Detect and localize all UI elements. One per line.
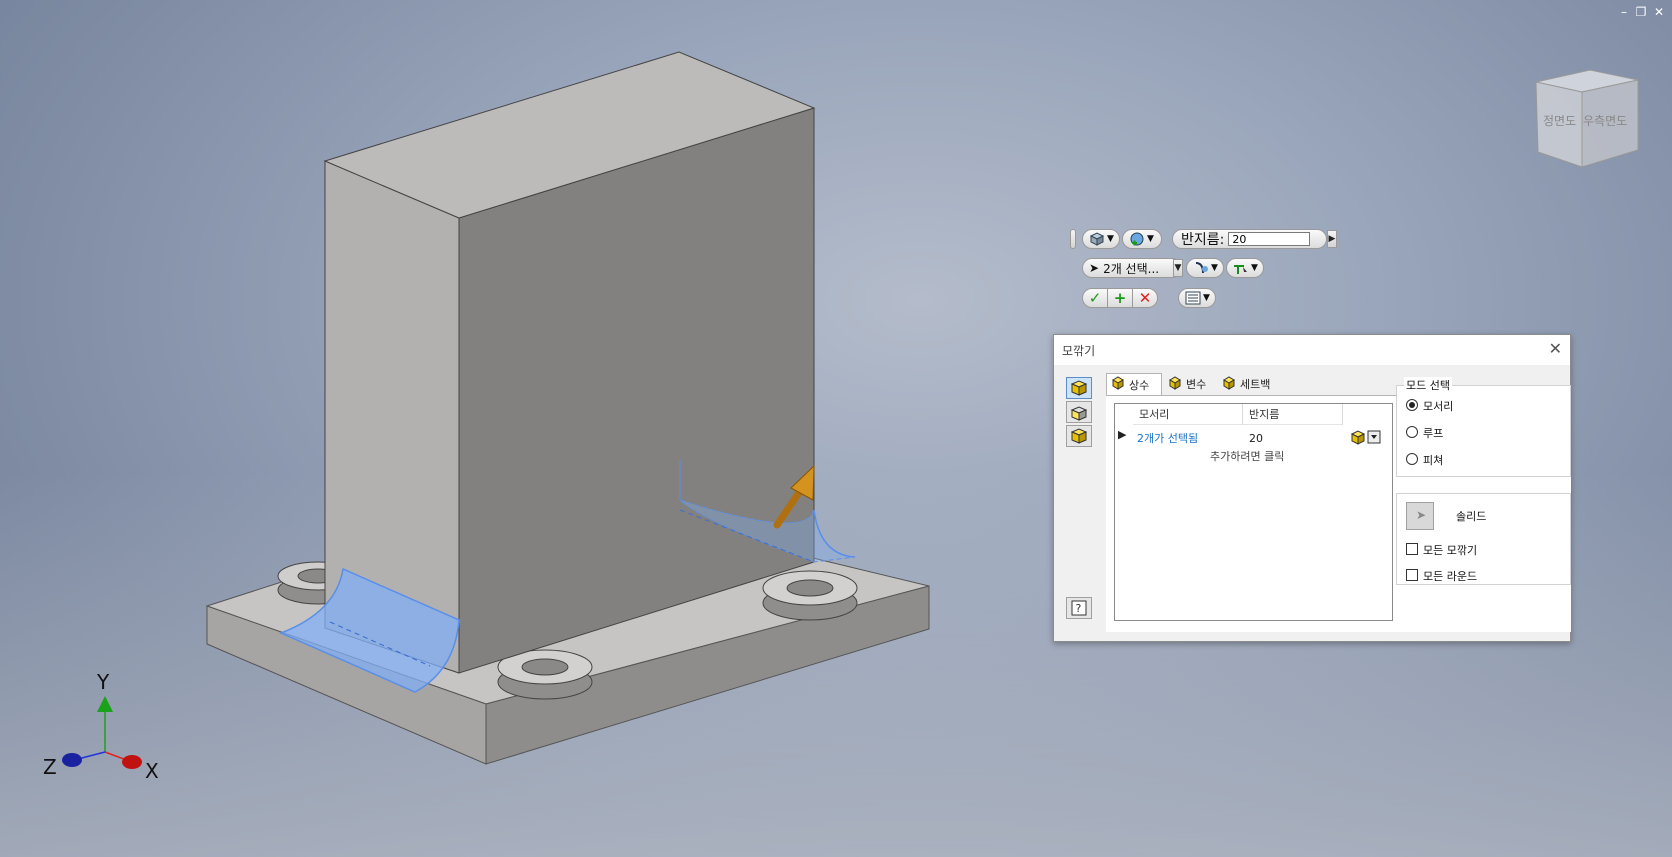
chevron-down-icon[interactable]: ▼ bbox=[1173, 259, 1183, 277]
viewcube-front-label[interactable]: 정면도 bbox=[1543, 112, 1576, 129]
edge-selection-dropdown[interactable]: ➤ 2개 선택... bbox=[1082, 258, 1182, 278]
edge-fillet-button[interactable] bbox=[1066, 377, 1092, 399]
mode-edge-radio[interactable] bbox=[1406, 399, 1418, 411]
tab-label: 상수 bbox=[1129, 378, 1150, 392]
add-fillet-dropdown[interactable]: ▼ bbox=[1122, 229, 1162, 249]
close-icon[interactable]: ✕ bbox=[1549, 339, 1562, 358]
add-edge-prompt[interactable]: 추가하려면 클릭 bbox=[1210, 448, 1284, 464]
viewcube-right-label[interactable]: 우측면도 bbox=[1583, 112, 1627, 129]
radius-label: 반지름: bbox=[1181, 232, 1225, 248]
chevron-down-icon: ▼ bbox=[1203, 293, 1210, 303]
variable-tab-icon bbox=[1168, 375, 1182, 393]
all-fillets-label[interactable]: 모든 모깎기 bbox=[1423, 542, 1477, 558]
tab-constant[interactable]: 상수 bbox=[1106, 373, 1162, 395]
tab-label: 변수 bbox=[1186, 378, 1207, 391]
selection-mode-dropdown[interactable]: ▼ bbox=[1226, 258, 1264, 278]
all-rounds-checkbox[interactable] bbox=[1406, 569, 1418, 581]
mode-group-title: 모드 선택 bbox=[1404, 377, 1452, 393]
fillet-dialog: 모깎기 ✕ ? 상수 변수 세트백 모서리 반지름 ▶ 2개가 선택됨 20 추… bbox=[1053, 334, 1571, 642]
full-round-fillet-button[interactable] bbox=[1066, 425, 1092, 447]
apply-radius-arrow-icon[interactable]: ▶ bbox=[1327, 230, 1337, 248]
options-dropdown[interactable]: ▼ bbox=[1178, 288, 1216, 308]
chevron-down-icon: ▼ bbox=[1107, 234, 1114, 244]
radius-input[interactable] bbox=[1228, 232, 1311, 246]
z-axis-label: Z bbox=[43, 755, 57, 779]
list-options-icon bbox=[1185, 291, 1201, 305]
apply-plus-icon[interactable]: + bbox=[1107, 288, 1133, 308]
row-pointer-icon: ▶ bbox=[1118, 428, 1127, 441]
face-fillet-icon bbox=[1070, 406, 1088, 421]
full-round-fillet-icon bbox=[1070, 428, 1088, 444]
cursor-icon: ➤ bbox=[1089, 261, 1100, 275]
boss-front[interactable] bbox=[497, 649, 593, 700]
svg-text:?: ? bbox=[1076, 602, 1082, 615]
radius-control: 반지름: bbox=[1172, 229, 1327, 249]
col-header-edge[interactable]: 모서리 bbox=[1133, 404, 1243, 425]
cancel-x-icon[interactable]: ✕ bbox=[1132, 288, 1158, 308]
help-button[interactable]: ? bbox=[1066, 597, 1092, 619]
close-icon[interactable]: ✕ bbox=[1652, 5, 1666, 19]
select-mode-icon bbox=[1233, 261, 1249, 275]
y-axis-label: Y bbox=[97, 670, 110, 694]
mode-feature-radio[interactable] bbox=[1406, 453, 1418, 465]
globe-add-icon bbox=[1129, 232, 1145, 246]
tab-variable[interactable]: 변수 bbox=[1164, 373, 1218, 395]
ok-check-icon[interactable]: ✓ bbox=[1082, 288, 1108, 308]
selected-edges-cell[interactable]: 2개가 선택됨 bbox=[1137, 430, 1198, 446]
cube-icon bbox=[1089, 232, 1105, 246]
chevron-down-icon: ▼ bbox=[1147, 234, 1154, 244]
constant-tab-icon bbox=[1111, 376, 1125, 393]
tab-label: 세트백 bbox=[1240, 378, 1271, 391]
x-axis-label: X bbox=[145, 759, 159, 783]
all-fillets-checkbox[interactable] bbox=[1406, 543, 1418, 555]
mode-loop-radio[interactable] bbox=[1406, 426, 1418, 438]
radius-value-cell[interactable]: 20 bbox=[1249, 432, 1263, 445]
dialog-title: 모깎기 bbox=[1062, 344, 1096, 358]
mode-edge-label[interactable]: 모서리 bbox=[1423, 398, 1453, 414]
minitoolbar-grip[interactable] bbox=[1070, 229, 1076, 249]
edge-fillet-icon bbox=[1070, 380, 1088, 396]
setback-tab-icon bbox=[1222, 375, 1236, 393]
axis-triad bbox=[62, 696, 142, 769]
cursor-icon: ➤ bbox=[1416, 508, 1427, 522]
restore-icon[interactable]: ❐ bbox=[1634, 5, 1648, 19]
face-fillet-button[interactable] bbox=[1066, 401, 1092, 423]
minimize-icon[interactable]: – bbox=[1617, 5, 1631, 19]
edge-chain-dropdown[interactable]: ▼ bbox=[1186, 258, 1224, 278]
solid-select-button[interactable]: ➤ bbox=[1406, 502, 1434, 530]
solid-label: 솔리드 bbox=[1456, 510, 1487, 523]
chevron-down-icon: ▼ bbox=[1211, 263, 1218, 273]
edge-radius-grid[interactable]: 모서리 반지름 ▶ 2개가 선택됨 20 추가하려면 클릭 bbox=[1114, 403, 1393, 621]
edge-chain-icon bbox=[1193, 261, 1209, 275]
dialog-titlebar[interactable]: 모깎기 ✕ bbox=[1054, 335, 1570, 365]
selection-count-label: 2개 선택... bbox=[1103, 261, 1160, 276]
all-rounds-label[interactable]: 모든 라운드 bbox=[1423, 568, 1477, 584]
mode-loop-label[interactable]: 루프 bbox=[1423, 425, 1443, 441]
col-header-radius[interactable]: 반지름 bbox=[1243, 404, 1343, 425]
boss-right[interactable] bbox=[762, 570, 858, 621]
tab-setback[interactable]: 세트백 bbox=[1218, 373, 1288, 395]
chevron-down-icon: ▼ bbox=[1251, 263, 1258, 273]
fillet-type-icon[interactable] bbox=[1350, 429, 1382, 448]
solid-select-dropdown[interactable]: ▼ bbox=[1082, 229, 1120, 249]
help-icon: ? bbox=[1071, 600, 1087, 616]
mode-feature-label[interactable]: 피쳐 bbox=[1423, 452, 1443, 468]
